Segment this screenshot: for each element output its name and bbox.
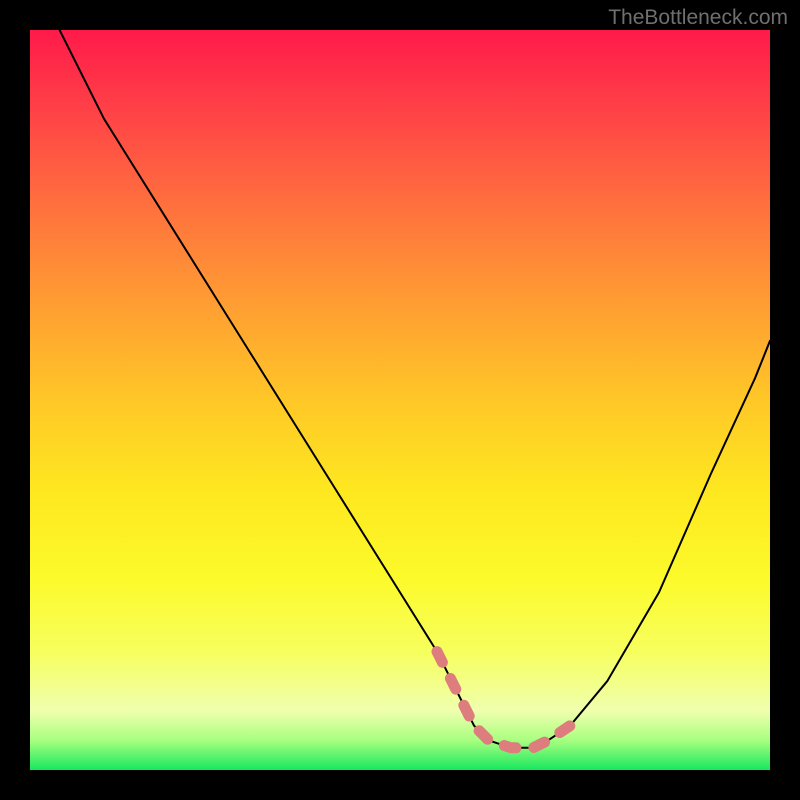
- chart-svg: [30, 30, 770, 770]
- chart-container: TheBottleneck.com: [0, 0, 800, 800]
- highlight-path: [437, 652, 570, 748]
- watermark-text: TheBottleneck.com: [608, 6, 788, 30]
- plot-area: [30, 30, 770, 770]
- curve-path: [60, 30, 770, 748]
